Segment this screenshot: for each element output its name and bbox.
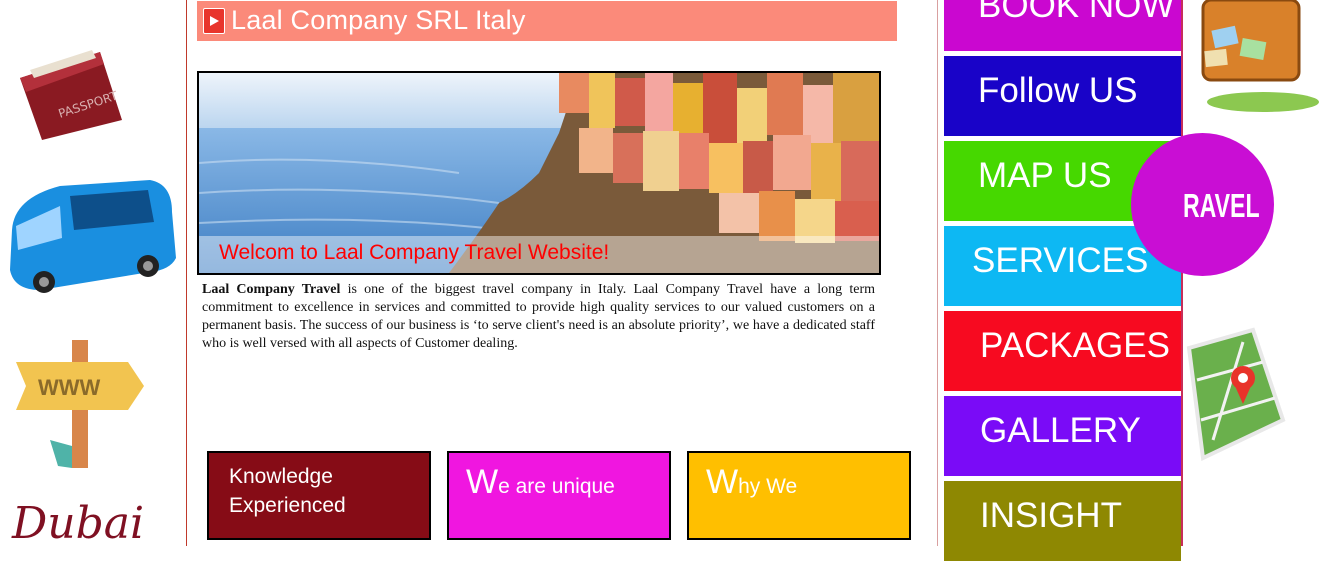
passport-icon: PASSPORT [20, 50, 122, 140]
tile-unique-rest: e are unique [498, 475, 615, 498]
tile-unique[interactable]: We are unique [447, 451, 671, 540]
left-decoration-column: PASSPORT WWW Dubai [0, 0, 186, 549]
tile-knowledge-line1: Knowledge [229, 465, 333, 488]
nav-insight[interactable]: INSIGHT [944, 481, 1181, 561]
nav-packages[interactable]: PACKAGES [944, 311, 1181, 391]
tile-knowledge-line2: Experienced [229, 494, 346, 517]
tile-why-we-initial: W [706, 463, 739, 501]
intro-paragraph: Laal Company Travel is one of the bigges… [202, 281, 875, 353]
site-title: Laal Company SRL Italy [231, 5, 526, 35]
arrow-right-icon [203, 8, 225, 34]
left-decoration-art: PASSPORT WWW [10, 50, 176, 468]
map-icon [1186, 327, 1286, 461]
nav-book-now[interactable]: BOOK NOW [944, 0, 1181, 51]
svg-text:WWW: WWW [38, 375, 101, 400]
nav-gallery[interactable]: GALLERY [944, 396, 1181, 476]
nav-follow-us-label: Follow US [978, 71, 1138, 110]
signpost-icon: WWW [16, 340, 144, 468]
nav-map-us-label: MAP US [978, 156, 1112, 195]
company-name: Laal Company Travel [202, 282, 341, 297]
site-title-bar: Laal Company SRL Italy [197, 1, 897, 41]
tile-why-we-label: Why We [706, 463, 797, 502]
bus-icon [10, 180, 176, 293]
nav-follow-us[interactable]: Follow US [944, 56, 1181, 136]
nav-services-label: SERVICES [972, 241, 1149, 280]
tile-unique-initial: W [466, 463, 499, 501]
travel-badge: RAVEL [1131, 133, 1274, 276]
suitcase-icon [1201, 0, 1319, 112]
dubai-text: Dubai [12, 498, 145, 549]
nav-packages-label: PACKAGES [980, 326, 1170, 365]
travel-badge-text: RAVEL [1183, 187, 1260, 224]
tile-knowledge-label: Knowledge Experienced [229, 462, 346, 520]
tile-unique-label: We are unique [466, 463, 615, 502]
tile-why-we-rest: hy We [738, 475, 798, 498]
tile-knowledge[interactable]: Knowledge Experienced [207, 451, 431, 540]
nav-insight-label: INSIGHT [980, 496, 1122, 535]
tile-why-we[interactable]: Why We [687, 451, 911, 540]
hero-caption: Welcom to Laal Company Travel Website! [219, 241, 610, 264]
nav-gallery-label: GALLERY [980, 411, 1141, 450]
nav-book-now-label: BOOK NOW [978, 0, 1175, 25]
hero-banner: Welcom to Laal Company Travel Website! [197, 71, 881, 275]
